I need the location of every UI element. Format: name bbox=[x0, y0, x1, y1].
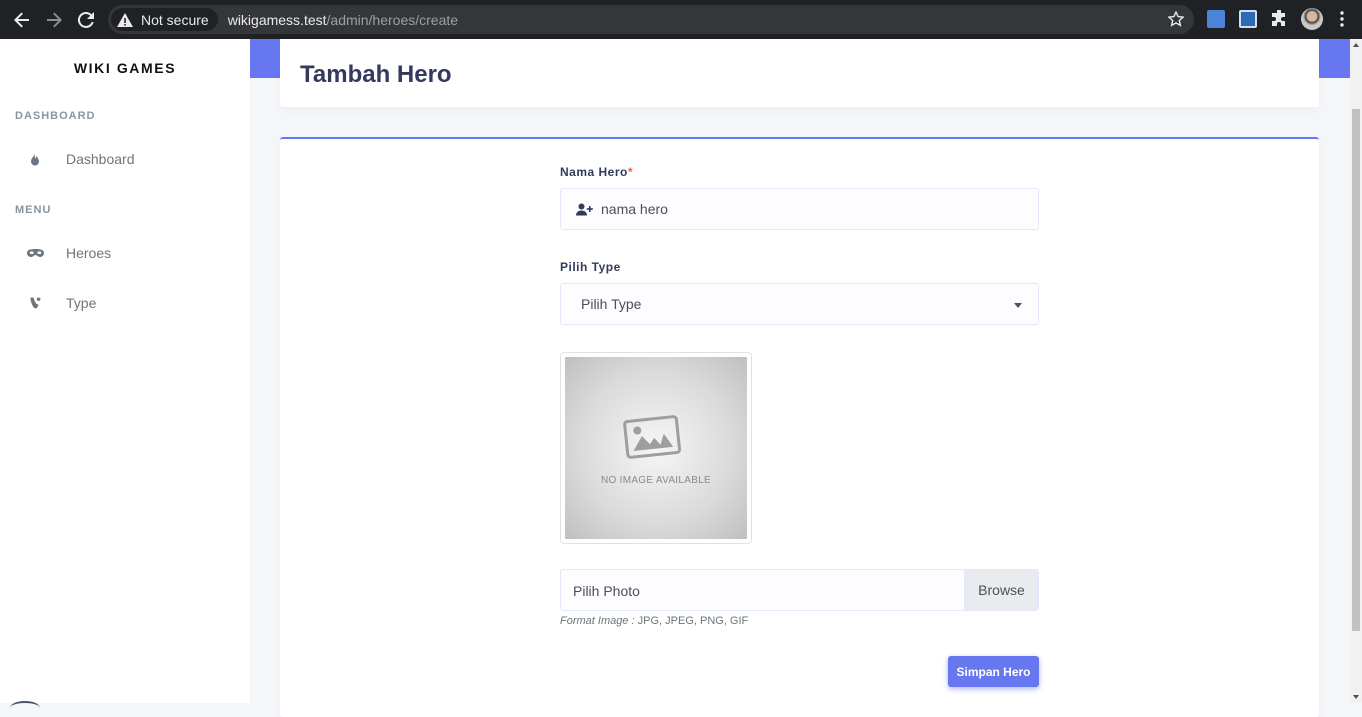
photo-file-input[interactable]: Pilih Photo Browse bbox=[560, 569, 1039, 611]
format-hint-prefix: Format Image : bbox=[560, 615, 635, 627]
profile-avatar[interactable] bbox=[1301, 8, 1323, 30]
reload-button[interactable] bbox=[70, 4, 102, 36]
format-hint: Format Image : JPG, JPEG, PNG, GIF bbox=[560, 615, 748, 627]
sidebar-item-label: Heroes bbox=[66, 245, 112, 261]
no-image-text: NO IMAGE AVAILABLE bbox=[600, 475, 712, 486]
hero-name-label: Nama Hero* bbox=[560, 165, 633, 179]
hero-name-field[interactable]: nama hero bbox=[560, 188, 1039, 230]
user-plus-icon bbox=[576, 203, 594, 216]
scrollbar-thumb[interactable] bbox=[1352, 109, 1360, 631]
image-placeholder-icon bbox=[623, 415, 682, 459]
menu-header-menu: MENU bbox=[15, 204, 52, 216]
sidebar-item-heroes[interactable]: Heroes bbox=[0, 233, 250, 273]
url-host: wikigamess.test bbox=[227, 11, 327, 28]
arrow-right-icon bbox=[47, 12, 62, 28]
security-label: Not secure bbox=[141, 11, 209, 28]
type-select[interactable]: Pilih Type bbox=[560, 283, 1039, 325]
page-title: Tambah Hero bbox=[300, 61, 452, 88]
typo3-icon bbox=[25, 297, 45, 309]
forward-button[interactable] bbox=[38, 4, 70, 36]
hero-image-preview: NO IMAGE AVAILABLE bbox=[560, 352, 752, 544]
fire-icon bbox=[25, 152, 45, 166]
bookmark-star-icon[interactable] bbox=[1168, 11, 1184, 27]
url-path: /admin/heroes/create bbox=[326, 11, 459, 28]
warning-icon bbox=[117, 12, 133, 27]
type-select-value: Pilih Type bbox=[581, 296, 642, 312]
brand-logo-text[interactable]: WIKI GAMES bbox=[0, 60, 250, 76]
scroll-down-arrow-icon[interactable] bbox=[1353, 695, 1359, 699]
browser-toolbar: Not secure wikigamess.test/admin/heroes/… bbox=[0, 0, 1362, 39]
hero-name-placeholder: nama hero bbox=[601, 201, 668, 217]
browse-button[interactable]: Browse bbox=[964, 570, 1038, 610]
url-text: wikigamess.test/admin/heroes/create bbox=[228, 12, 458, 28]
sidebar-item-type[interactable]: Type bbox=[0, 283, 250, 323]
screenshot-extension-icon[interactable] bbox=[1239, 10, 1257, 28]
scroll-up-arrow-icon[interactable] bbox=[1353, 43, 1359, 47]
extensions-puzzle-icon[interactable] bbox=[1271, 10, 1288, 27]
arrow-left-icon bbox=[14, 12, 29, 28]
reload-icon bbox=[78, 12, 94, 28]
sidebar-item-label: Type bbox=[66, 295, 97, 311]
required-mark: * bbox=[627, 165, 634, 179]
section-header: Tambah Hero bbox=[280, 39, 1319, 107]
photo-file-label: Pilih Photo bbox=[573, 583, 640, 599]
address-bar[interactable]: Not secure wikigamess.test/admin/heroes/… bbox=[108, 5, 1194, 34]
menu-header-dashboard: DASHBOARD bbox=[15, 110, 96, 122]
chevron-down-icon bbox=[1014, 303, 1022, 308]
no-image-placeholder: NO IMAGE AVAILABLE bbox=[565, 357, 747, 539]
security-indicator[interactable]: Not secure bbox=[111, 8, 218, 31]
sidebar-footer-ring bbox=[10, 701, 40, 715]
sidebar-item-dashboard[interactable]: Dashboard bbox=[0, 139, 250, 179]
form-card: Nama Hero* nama hero Pilih Type Pilih Ty… bbox=[280, 137, 1319, 717]
format-hint-values: JPG, JPEG, PNG, GIF bbox=[634, 615, 749, 627]
type-select-label: Pilih Type bbox=[560, 260, 621, 274]
sidebar: WIKI GAMES DASHBOARD Dashboard MENU Hero… bbox=[0, 39, 250, 703]
more-menu-icon[interactable] bbox=[1340, 11, 1344, 27]
page-scrollbar[interactable] bbox=[1350, 39, 1362, 703]
translate-extension-icon[interactable] bbox=[1207, 10, 1225, 28]
save-hero-button[interactable]: Simpan Hero bbox=[948, 656, 1039, 687]
hero-name-label-text: Nama Hero bbox=[560, 165, 628, 179]
sidebar-item-label: Dashboard bbox=[66, 151, 135, 167]
back-button[interactable] bbox=[6, 4, 38, 36]
mask-icon bbox=[25, 248, 45, 258]
